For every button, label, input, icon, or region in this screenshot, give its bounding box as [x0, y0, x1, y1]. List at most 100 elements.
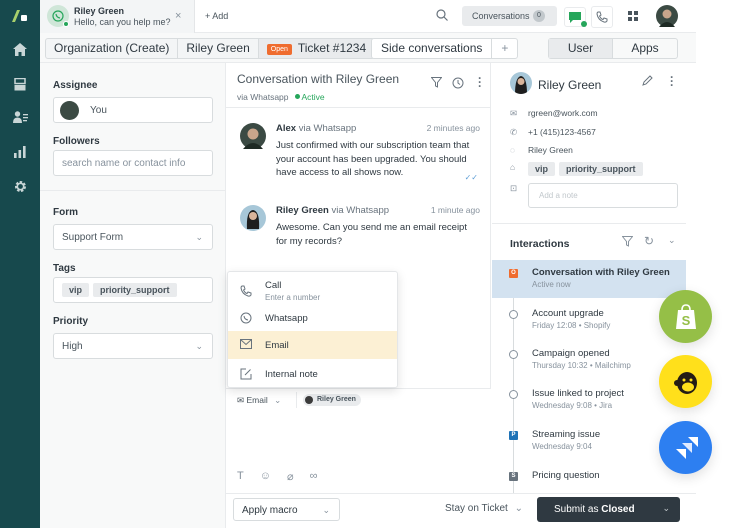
- avatar: [240, 123, 266, 149]
- divider: [40, 190, 226, 191]
- followers-label: Followers: [53, 136, 100, 147]
- menu-item-email[interactable]: Email: [228, 331, 397, 359]
- interaction-item[interactable]: Issue linked to project Wednesday 9:08 •…: [492, 381, 686, 419]
- close-tab-icon[interactable]: ×: [175, 10, 181, 22]
- stay-on-ticket-select[interactable]: Stay on Ticket ⌄: [445, 503, 523, 514]
- messaging-button[interactable]: [564, 7, 587, 27]
- agent-avatar[interactable]: [656, 5, 678, 27]
- message-text: Awesome. Can you send me an email receip…: [276, 222, 467, 247]
- channel-selector[interactable]: ✉ Email ⌄: [237, 395, 281, 406]
- followers-input[interactable]: search name or contact info: [53, 150, 213, 176]
- read-receipt-icon: ✓✓: [464, 173, 478, 182]
- filter-icon[interactable]: [621, 236, 634, 250]
- conversation-title: Conversation with Riley Green: [237, 72, 400, 86]
- edit-icon[interactable]: [642, 75, 653, 89]
- tag[interactable]: priority_support: [93, 283, 177, 297]
- attachment-icon[interactable]: ⌀: [287, 470, 294, 483]
- message: Alex via Whatsapp 2 minutes ago Just con…: [240, 123, 480, 183]
- interactions-header: Interactions ↻ ⌄: [492, 223, 686, 261]
- jira-icon[interactable]: [659, 421, 712, 474]
- chevron-down-icon[interactable]: ⌄: [668, 235, 676, 246]
- chevron-down-icon: ⌄: [514, 503, 523, 514]
- add-tab-button[interactable]: + Add: [205, 11, 228, 21]
- conversation-tab[interactable]: Riley Green Hello, can you help me? ×: [40, 0, 195, 33]
- search-icon[interactable]: [436, 9, 448, 24]
- priority-value: High: [62, 341, 83, 352]
- interaction-item[interactable]: Campaign opened Thursday 10:32 • Mailchi…: [492, 341, 686, 379]
- whatsapp-icon: [240, 312, 252, 327]
- apps-grid-icon[interactable]: [628, 11, 638, 24]
- side-conversations-button[interactable]: Side conversations: [372, 39, 493, 58]
- apply-macro-select[interactable]: Apply macro ⌄: [233, 498, 340, 521]
- tickets-icon[interactable]: [12, 76, 28, 92]
- interaction-item[interactable]: O Conversation with Riley Green Active n…: [492, 260, 686, 298]
- menu-item-whatsapp[interactable]: Whatsapp: [228, 305, 397, 331]
- emoji-icon[interactable]: ☺: [260, 470, 271, 483]
- top-bar: Riley Green Hello, can you help me? × + …: [40, 0, 696, 33]
- conversation-header: Conversation with Riley Green via Whatsa…: [226, 63, 491, 108]
- filter-icon[interactable]: [430, 77, 443, 91]
- menu-item-call[interactable]: Call Enter a number: [228, 272, 397, 305]
- breadcrumb: Organization (Create) Riley Green Open Ti…: [45, 38, 376, 59]
- interaction-item[interactable]: P Streaming issue Wednesday 9:04: [492, 422, 686, 460]
- form-label: Form: [53, 207, 78, 218]
- home-icon[interactable]: [12, 41, 28, 57]
- breadcrumb-user[interactable]: Riley Green: [178, 39, 259, 58]
- add-note-input[interactable]: Add a note: [528, 183, 678, 208]
- conversation-status: Active: [301, 92, 325, 102]
- ticket-number: Ticket #1234: [297, 41, 367, 55]
- message-time: 2 minutes ago: [426, 123, 480, 133]
- tag[interactable]: vip: [528, 162, 556, 176]
- add-side-conversation-button[interactable]: +: [492, 39, 517, 58]
- conversations-button[interactable]: Conversations 0: [462, 6, 557, 26]
- reporting-icon[interactable]: [12, 144, 28, 160]
- phone-button[interactable]: [591, 6, 613, 28]
- mailchimp-icon[interactable]: [659, 355, 712, 408]
- tab-apps[interactable]: Apps: [613, 39, 677, 58]
- zendesk-logo-icon[interactable]: [11, 9, 29, 23]
- composer-toolbar: T ☺ ⌀ ∞: [237, 470, 317, 483]
- form-select[interactable]: Support Form ⌄: [53, 224, 213, 250]
- more-options-icon[interactable]: · · ·: [670, 71, 674, 91]
- more-options-icon[interactable]: · · ·: [478, 72, 482, 92]
- breadcrumb-organization[interactable]: Organization (Create): [46, 39, 179, 58]
- tags-field[interactable]: vip priority_support: [53, 277, 213, 303]
- interaction-item[interactable]: Account upgrade Friday 12:08 • Shopify: [492, 301, 686, 339]
- tag[interactable]: priority_support: [559, 162, 643, 176]
- tag[interactable]: vip: [62, 283, 90, 297]
- tag-icon: ⌂: [510, 162, 516, 172]
- channel-menu: Call Enter a number Whatsapp Email Inter…: [227, 271, 398, 388]
- chevron-down-icon[interactable]: ⌄: [662, 503, 670, 514]
- phone-icon: [596, 11, 608, 23]
- chevron-down-icon: ⌄: [274, 395, 282, 405]
- conversation-meta: via Whatsapp Active: [237, 92, 325, 102]
- solved-ticket-marker-icon: S: [509, 472, 518, 481]
- email-icon: ✉: [237, 395, 245, 405]
- event-marker-icon: [509, 350, 518, 359]
- assignee-label: Assignee: [53, 80, 98, 91]
- breadcrumb-ticket[interactable]: Open Ticket #1234: [258, 39, 375, 58]
- menu-item-internal-note[interactable]: Internal note: [228, 359, 397, 388]
- context-panel: Riley Green · · · ✉ rgreen@work.com ✆ +1 (41…: [492, 63, 686, 493]
- refresh-icon[interactable]: ↻: [644, 234, 654, 248]
- priority-label: Priority: [53, 316, 89, 327]
- ticket-properties-panel: Assignee You Followers search name or co…: [40, 63, 226, 528]
- link-icon[interactable]: ∞: [310, 470, 318, 483]
- interactions-title: Interactions: [510, 238, 570, 250]
- recipient-chip[interactable]: Riley Green: [303, 394, 361, 406]
- text-format-icon[interactable]: T: [237, 470, 244, 483]
- history-icon[interactable]: [452, 77, 464, 92]
- message-author: Alex via Whatsapp: [276, 123, 357, 134]
- tab-user[interactable]: User: [549, 39, 613, 58]
- email-icon: ✉: [510, 108, 518, 118]
- priority-select[interactable]: High ⌄: [53, 333, 213, 359]
- tab-customer-name: Riley Green: [74, 6, 125, 16]
- shopify-icon[interactable]: S: [659, 290, 712, 343]
- assignee-field[interactable]: You: [53, 97, 213, 123]
- assignee-value: You: [90, 105, 107, 116]
- message-text: Just confirmed with our subscription tea…: [276, 140, 470, 178]
- interaction-item[interactable]: S Pricing question: [492, 463, 686, 501]
- settings-icon[interactable]: [12, 178, 28, 194]
- email-icon: [240, 339, 252, 352]
- customers-icon[interactable]: [12, 109, 28, 125]
